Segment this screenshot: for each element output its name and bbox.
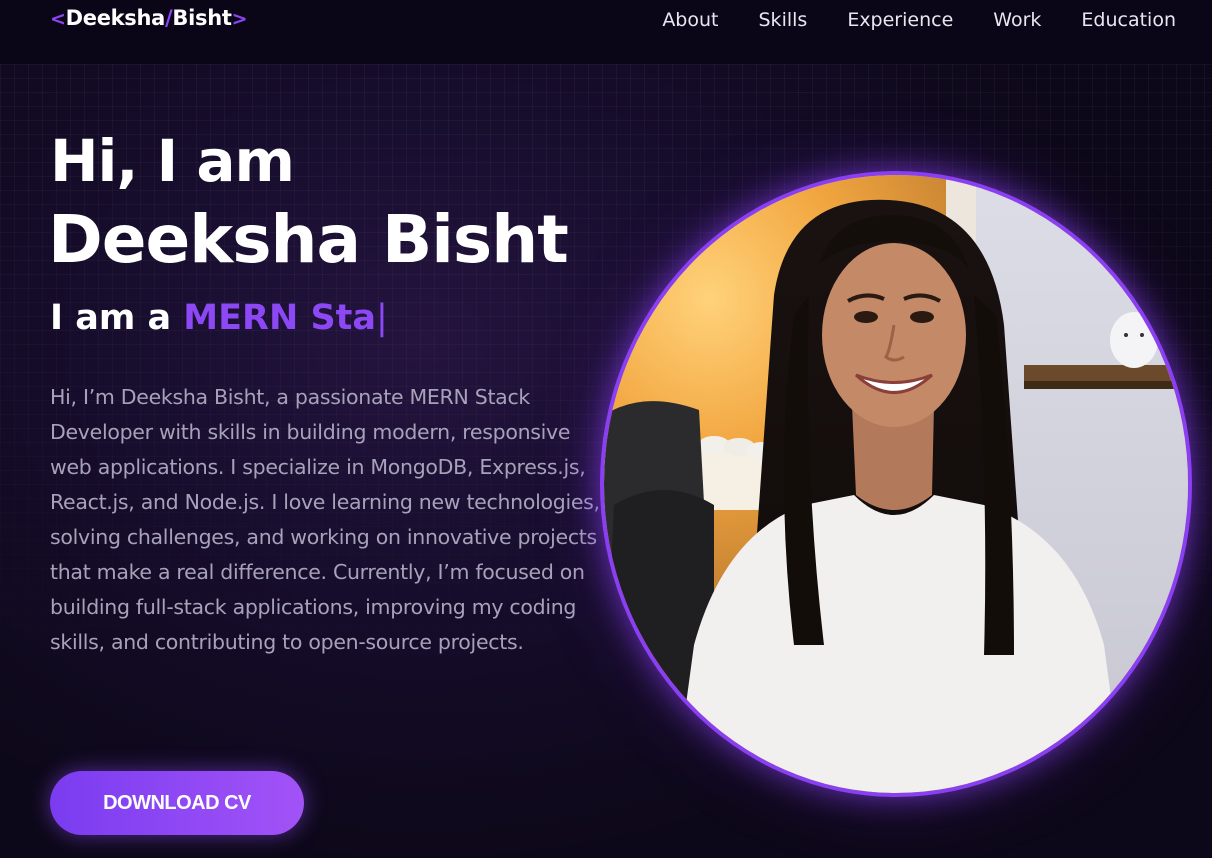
download-cv-button[interactable]: DOWNLOAD CV <box>50 771 304 835</box>
profile-photo-illustration <box>604 175 1188 793</box>
typing-cursor: | <box>376 298 388 338</box>
nav-link-skills[interactable]: Skills <box>759 9 808 31</box>
logo-first-name: Deeksha <box>65 6 166 30</box>
role-prefix: I am a <box>50 298 184 338</box>
nav-link-education[interactable]: Education <box>1081 9 1176 31</box>
logo-last-name: Bisht <box>172 6 232 30</box>
top-navbar: <Deeksha/Bisht> About Skills Experience … <box>0 0 1212 64</box>
nav-link-experience[interactable]: Experience <box>847 9 953 31</box>
nav-link-about[interactable]: About <box>662 9 718 31</box>
profile-photo <box>600 171 1192 797</box>
logo-close-bracket: > <box>231 8 248 30</box>
nav-link-work[interactable]: Work <box>993 9 1041 31</box>
role-typed-text: MERN Sta <box>183 298 377 338</box>
portfolio-page: <Deeksha/Bisht> About Skills Experience … <box>0 0 1212 858</box>
logo-open-bracket: < <box>50 8 66 30</box>
hero-role: I am a MERN Sta| <box>50 296 388 340</box>
nav-links: About Skills Experience Work Education <box>662 9 1176 31</box>
hero-bio: Hi, I’m Deeksha Bisht, a passionate MERN… <box>50 385 600 654</box>
logo[interactable]: <Deeksha/Bisht> <box>50 6 248 30</box>
hero-greeting: Hi, I am <box>50 127 295 195</box>
hero-name: Deeksha Bisht <box>48 201 569 278</box>
